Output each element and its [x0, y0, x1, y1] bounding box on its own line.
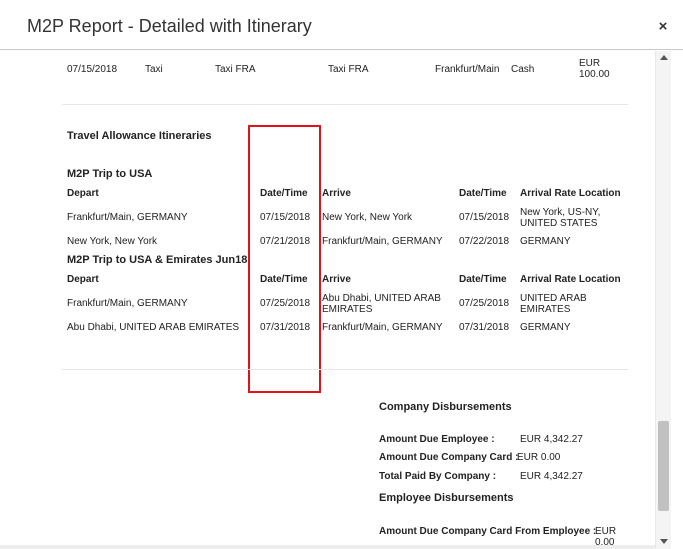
total-paid-by-company-value: EUR 4,342.27: [520, 471, 583, 482]
row-rate-location-line2: UNITED STATES: [520, 218, 598, 229]
row-rate-location-line1: New York, US-NY,: [520, 207, 601, 218]
expense-location: Frankfurt/Main: [435, 64, 500, 75]
amount-due-company-card-label: Amount Due Company Card :: [379, 452, 519, 463]
amount-due-employee-value: EUR 4,342.27: [520, 434, 583, 445]
company-disbursements-title: Company Disbursements: [379, 401, 512, 413]
row-rate-location-line1: GERMANY: [520, 322, 571, 333]
scroll-down-arrow-icon[interactable]: [660, 539, 668, 544]
col-rate-location-header: Arrival Rate Location: [520, 274, 621, 285]
scroll-up-arrow-icon[interactable]: [660, 55, 668, 60]
col-arrive-dt-header: Date/Time: [459, 274, 507, 285]
row-arrive-line1: Abu Dhabi, UNITED ARAB: [322, 293, 441, 304]
row-arrive-dt: 07/22/2018: [459, 236, 510, 247]
row-arrive: New York, New York: [322, 212, 413, 223]
row-depart: Frankfurt/Main, GERMANY: [67, 298, 188, 309]
col-rate-location-header: Arrival Rate Location: [520, 188, 621, 199]
expense-vendor: Taxi FRA: [215, 64, 256, 75]
vertical-scrollbar[interactable]: [655, 51, 671, 549]
section-title: Travel Allowance Itineraries: [67, 130, 212, 142]
close-button[interactable]: ×: [656, 19, 670, 35]
row-arrive-dt: 07/15/2018: [459, 212, 510, 223]
row-depart: New York, New York: [67, 236, 158, 247]
row-arrive: Frankfurt/Main, GERMANY: [322, 322, 443, 333]
trip-name: M2P Trip to USA & Emirates Jun18: [67, 254, 248, 266]
row-depart: Abu Dhabi, UNITED ARAB EMIRATES: [67, 322, 240, 333]
amount-due-company-card-from-employee-currency: EUR: [595, 526, 617, 537]
amount-due-company-card-value: EUR 0.00: [517, 452, 561, 463]
expense-description: Taxi FRA: [328, 64, 369, 75]
amount-due-employee-label: Amount Due Employee :: [379, 434, 495, 445]
date-time-highlight-box: [248, 125, 321, 393]
expense-amount: 100.00: [579, 69, 610, 80]
expense-date: 07/15/2018: [67, 64, 118, 75]
expense-type: Taxi: [145, 64, 163, 75]
row-arrive: Frankfurt/Main, GERMANY: [322, 236, 443, 247]
expense-currency: EUR: [579, 58, 601, 69]
col-arrive-header: Arrive: [322, 188, 351, 199]
report-content: 07/15/2018 Taxi Taxi FRA Taxi FRA Frankf…: [0, 51, 655, 549]
row-arrive-dt: 07/31/2018: [459, 322, 510, 333]
employee-disbursements-title: Employee Disbursements: [379, 492, 514, 504]
col-depart-header: Depart: [67, 188, 99, 199]
amount-due-company-card-from-employee-label: Amount Due Company Card From Employee :: [379, 526, 597, 537]
row-rate-location-line1: GERMANY: [520, 236, 571, 247]
col-arrive-dt-header: Date/Time: [459, 188, 507, 199]
expense-payment: Cash: [511, 64, 535, 75]
divider: [62, 369, 628, 370]
row-arrive-dt: 07/25/2018: [459, 298, 510, 309]
horizontal-scrollbar[interactable]: [0, 545, 655, 549]
divider: [62, 104, 628, 105]
row-rate-location-line1: UNITED ARAB: [520, 293, 587, 304]
dialog-header: M2P Report - Detailed with Itinerary ×: [0, 0, 683, 50]
row-arrive-line2: EMIRATES: [322, 304, 373, 315]
dialog-title: M2P Report - Detailed with Itinerary: [27, 16, 312, 36]
col-depart-header: Depart: [67, 274, 99, 285]
trip-name: M2P Trip to USA: [67, 168, 153, 180]
row-rate-location-line2: EMIRATES: [520, 304, 571, 315]
total-paid-by-company-label: Total Paid By Company :: [379, 471, 497, 482]
scrollbar-thumb[interactable]: [658, 421, 669, 511]
col-arrive-header: Arrive: [322, 274, 351, 285]
row-depart: Frankfurt/Main, GERMANY: [67, 212, 188, 223]
